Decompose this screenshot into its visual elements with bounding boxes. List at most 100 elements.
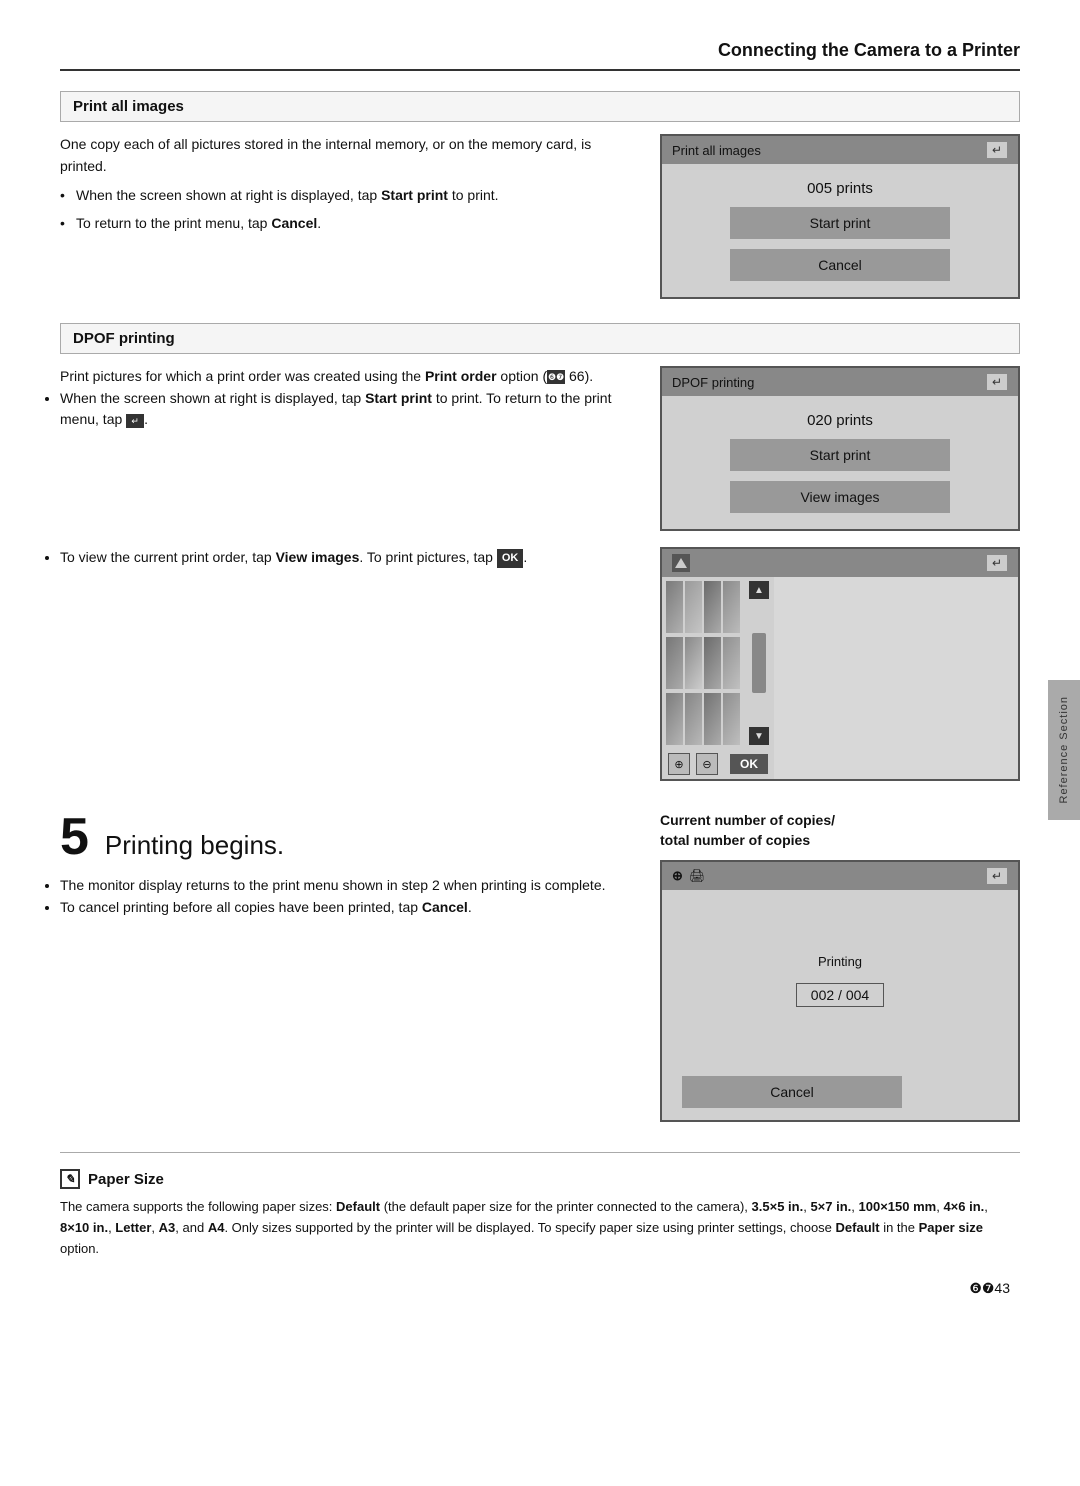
ps-35x5: 3.5×5 in. [752, 1199, 804, 1214]
paper-size-note: ✎ Paper Size The camera supports the fol… [60, 1152, 1020, 1259]
cam1-title: Print all images [672, 143, 761, 158]
cam-printing-body: Printing 002 / 004 [662, 890, 1018, 1070]
section1-bullet2: To return to the print menu, tap Cancel. [60, 213, 640, 235]
cam3-left-icon [672, 554, 690, 572]
step5-left: 5 Printing begins. The monitor display r… [60, 811, 630, 1122]
cam3-ok-btn[interactable]: OK [730, 754, 768, 774]
cam3-scroll-down[interactable]: ▼ [749, 727, 769, 745]
cam-print-header-icons: ⊕ 🖨 [672, 868, 705, 884]
cam3-thumb-10 [685, 693, 702, 745]
power-icon: ⊕ [672, 868, 683, 884]
cam2-prints: 020 prints [807, 412, 873, 429]
cam2-header: DPOF printing ↵ [662, 368, 1018, 396]
cam1-cancel-btn[interactable]: Cancel [730, 249, 950, 281]
note-icon: ✎ [60, 1169, 80, 1189]
cam2-start-print-btn[interactable]: Start print [730, 439, 950, 471]
cam3-thumb-8 [723, 637, 740, 689]
cam2-title: DPOF printing [672, 375, 754, 390]
cam2-back-btn[interactable]: ↵ [986, 373, 1008, 391]
cam-counter-box: 002 / 004 [796, 983, 884, 1007]
ps-a3: A3 [159, 1220, 176, 1235]
step5-bullet2: To cancel printing before all copies hav… [60, 897, 630, 919]
step5-bullets: The monitor display returns to the print… [60, 875, 630, 918]
cam-print-header: ⊕ 🖨 ↵ [662, 862, 1018, 890]
ps-8x10: 8×10 in. [60, 1220, 108, 1235]
return-icon: ↵ [126, 414, 144, 428]
paper-size-title: Paper Size [88, 1171, 164, 1188]
reference-tab: Reference Section [1048, 680, 1080, 820]
section2-bullets: When the screen shown at right is displa… [60, 388, 640, 431]
camera-screen-printing: ⊕ 🖨 ↵ Printing 002 / 004 Cancel [660, 860, 1020, 1122]
section1-heading: Print all images [60, 91, 1020, 122]
section1-bold2: Cancel [271, 215, 317, 231]
section2-bold-order: Print order [425, 368, 497, 384]
ps-100x150: 100×150 mm [859, 1199, 937, 1214]
cam1-start-print-btn[interactable]: Start print [730, 207, 950, 239]
cam3-thumb-4 [723, 581, 740, 633]
cam3-grid-container: ▲ ▼ ⊕ ⊖ OK [662, 577, 1018, 779]
step5-bullet1: The monitor display returns to the print… [60, 875, 630, 897]
section1-text: One copy each of all pictures stored in … [60, 134, 640, 299]
cam3-scroll-up[interactable]: ▲ [749, 581, 769, 599]
camera-screen-1: Print all images ↵ 005 prints Start prin… [660, 134, 1020, 299]
view-images-bullet: To view the current print order, tap Vie… [60, 547, 640, 569]
cam1-prints: 005 prints [807, 180, 873, 197]
cam3-thumb-1 [666, 581, 683, 633]
zoom-out-icon[interactable]: ⊖ [696, 753, 718, 775]
cam1-header: Print all images ↵ [662, 136, 1018, 164]
view-images-bullets: To view the current print order, tap Vie… [60, 547, 640, 569]
ps-paper-size: Paper size [919, 1220, 983, 1235]
ok-badge: OK [497, 549, 524, 568]
view-images-bold: View images [276, 549, 360, 565]
cam2-view-images-btn[interactable]: View images [730, 481, 950, 513]
section1-bullets: When the screen shown at right is displa… [60, 185, 640, 234]
section2-bold1: Start print [365, 390, 432, 406]
cam3-thumb-5 [666, 637, 683, 689]
link-icon: ❻❼ [547, 370, 565, 384]
step5-bold-cancel: Cancel [422, 899, 468, 915]
cam1-body: 005 prints Start print Cancel [662, 164, 1018, 297]
paper-size-text: The camera supports the following paper … [60, 1197, 1020, 1259]
section1-content: One copy each of all pictures stored in … [60, 134, 1020, 299]
cam1-back-btn[interactable]: ↵ [986, 141, 1008, 159]
page-container: Connecting the Camera to a Printer Print… [0, 0, 1080, 1486]
camera-screen-2: DPOF printing ↵ 020 prints Start print V… [660, 366, 1020, 531]
cam-printing-cancel-btn[interactable]: Cancel [682, 1076, 902, 1108]
step5-number: 5 [60, 811, 89, 863]
cam-cancel-area: Cancel [662, 1070, 1018, 1120]
cam3-thumb-6 [685, 637, 702, 689]
reference-tab-text: Reference Section [1058, 696, 1070, 804]
cam2-body: 020 prints Start print View images [662, 396, 1018, 529]
cam3-thumb-2 [685, 581, 702, 633]
section2-content: Print pictures for which a print order w… [60, 366, 1020, 531]
zoom-in-icon[interactable]: ⊕ [668, 753, 690, 775]
cam3-header: ↵ [662, 549, 1018, 577]
cam3-back-btn[interactable]: ↵ [986, 554, 1008, 572]
ps-4x6: 4×6 in. [943, 1199, 984, 1214]
section1-bold1: Start print [381, 187, 448, 203]
paper-size-header: ✎ Paper Size [60, 1169, 1020, 1189]
cam-print-back-btn[interactable]: ↵ [986, 867, 1008, 885]
ps-default2: Default [836, 1220, 880, 1235]
ps-5x7: 5×7 in. [810, 1199, 851, 1214]
view-images-section: To view the current print order, tap Vie… [60, 547, 1020, 781]
step5-title-row: 5 Printing begins. [60, 811, 630, 863]
ps-default1: Default [336, 1199, 380, 1214]
section2-intro: Print pictures for which a print order w… [60, 366, 640, 388]
section2-heading: DPOF printing [60, 323, 1020, 354]
cam3-scrollbar-track [752, 633, 766, 693]
cam3-thumb-3 [704, 581, 721, 633]
section2-text: Print pictures for which a print order w… [60, 366, 640, 531]
cam3-grid-area [662, 577, 744, 749]
step5-right: Current number of copies/total number of… [660, 811, 1020, 1122]
cam3-thumb-11 [704, 693, 721, 745]
view-images-text: To view the current print order, tap Vie… [60, 547, 640, 781]
step5-title: Printing begins. [105, 830, 284, 861]
printer-icon: 🖨 [689, 868, 706, 884]
step5-section: 5 Printing begins. The monitor display r… [60, 811, 1020, 1122]
cam3-thumb-7 [704, 637, 721, 689]
cam3-thumb-9 [666, 693, 683, 745]
page-number: ❻❼43 [60, 1280, 1020, 1297]
page-num-text: ❻❼43 [969, 1280, 1010, 1296]
copies-label: Current number of copies/total number of… [660, 811, 1020, 850]
